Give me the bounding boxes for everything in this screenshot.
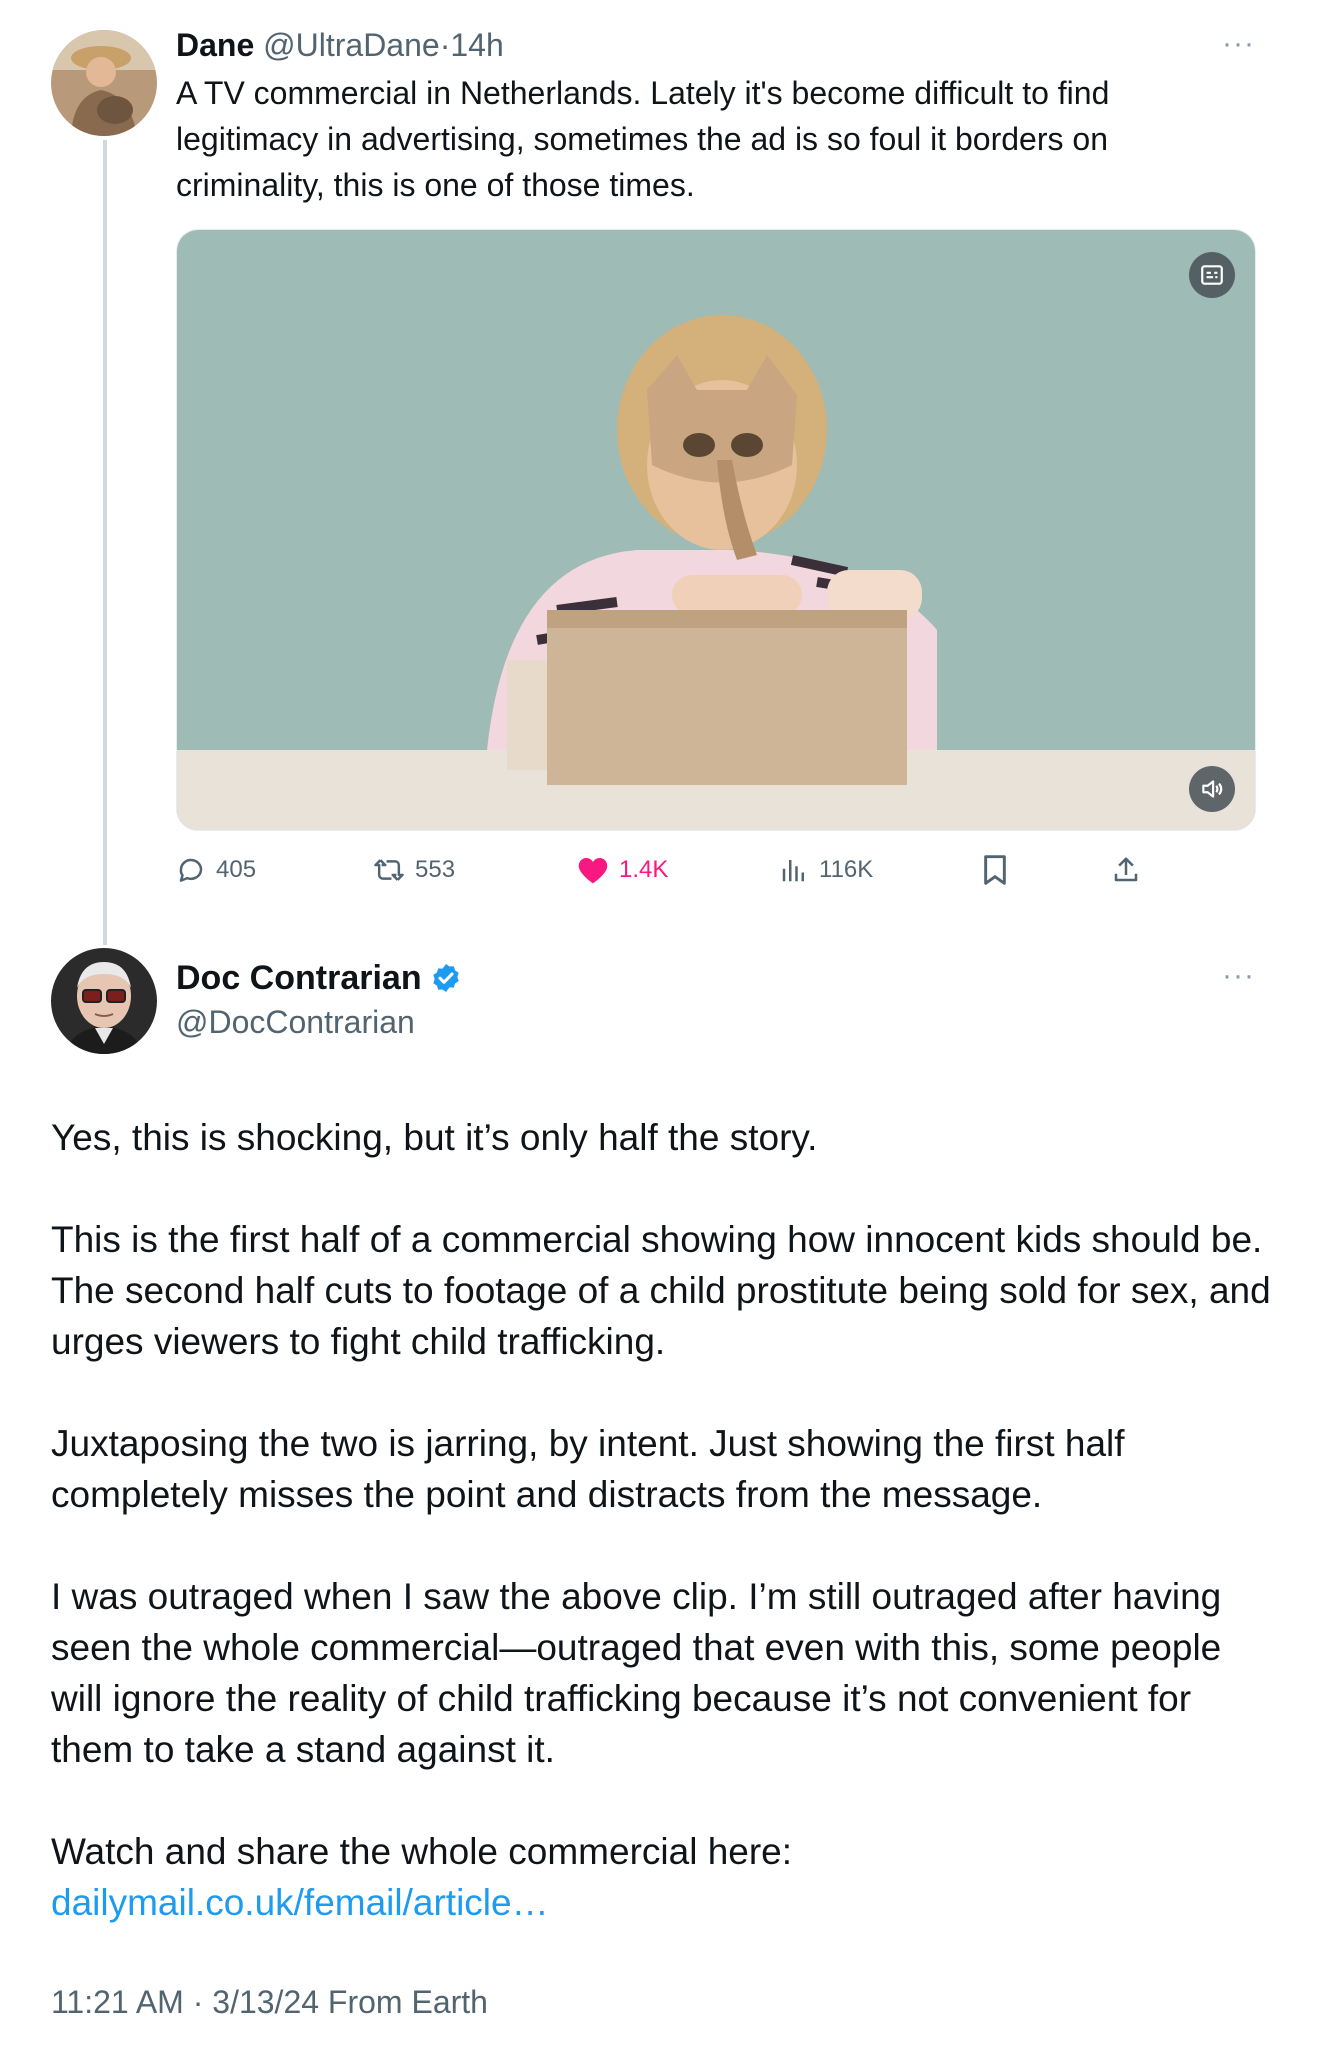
video-frame <box>177 230 1255 830</box>
repost-icon <box>374 859 404 881</box>
share-button[interactable] <box>1111 848 1141 892</box>
author-handle[interactable]: @DocContrarian <box>176 1000 415 1044</box>
reply-button[interactable]: 405 <box>176 848 256 892</box>
author-handle[interactable]: @UltraDane <box>263 27 440 63</box>
tweet-timestamp[interactable]: 11:21 AM · 3/13/24 From Earth <box>51 1980 488 2024</box>
captions-icon[interactable] <box>1189 252 1235 298</box>
analytics-icon <box>782 860 804 882</box>
separator: · <box>439 27 451 63</box>
tweet-paragraph: Juxtaposing the two is jarring, by inten… <box>51 1423 1125 1515</box>
like-button[interactable]: 1.4K <box>577 848 668 892</box>
volume-icon[interactable] <box>1189 766 1235 812</box>
view-count: 116K <box>819 856 874 883</box>
tweet-paragraph: This is the first half of a commercial s… <box>51 1219 1271 1362</box>
tweet-paragraph: I was outraged when I saw the above clip… <box>51 1576 1222 1770</box>
tweet-paragraph: Watch and share the whole commercial her… <box>51 1826 1271 1928</box>
article-link[interactable]: dailymail.co.uk/femail/article… <box>51 1882 549 1923</box>
tweet-actions: 405 553 1.4K 116K <box>176 848 1176 892</box>
like-count: 1.4K <box>619 856 669 883</box>
tweet-paragraph: Yes, this is shocking, but it’s only hal… <box>51 1117 818 1158</box>
link-prefix-text: Watch and share the whole commercial her… <box>51 1831 793 1872</box>
author-name-row: Doc Contrarian <box>176 956 462 1000</box>
parent-tweet-text: A TV commercial in Netherlands. Lately i… <box>176 75 1110 203</box>
reply-icon <box>179 858 203 882</box>
parent-tweet-header: Dane @UltraDane·14h <box>176 24 504 66</box>
views-button[interactable]: 116K <box>779 848 873 892</box>
avatar[interactable] <box>51 30 157 136</box>
share-icon <box>1114 857 1138 882</box>
repost-count: 553 <box>415 856 456 883</box>
author-name[interactable]: Dane <box>176 27 254 63</box>
verified-badge-icon <box>432 964 459 992</box>
heart-icon <box>578 858 608 884</box>
tweet-time[interactable]: 14h <box>450 27 503 63</box>
author-name[interactable]: Doc Contrarian <box>176 956 422 1000</box>
bookmark-icon <box>984 855 1006 885</box>
tweet-body: Yes, this is shocking, but it’s only hal… <box>51 1112 1271 1928</box>
thread-connector-line <box>103 140 107 945</box>
video-player[interactable] <box>176 229 1256 831</box>
more-dots-icon[interactable]: ··· <box>1222 29 1255 59</box>
more-dots-icon[interactable]: ··· <box>1222 961 1255 991</box>
bookmark-button[interactable] <box>981 848 1009 892</box>
avatar[interactable] <box>51 948 157 1054</box>
reply-count: 405 <box>216 856 257 883</box>
repost-button[interactable]: 553 <box>373 848 455 892</box>
